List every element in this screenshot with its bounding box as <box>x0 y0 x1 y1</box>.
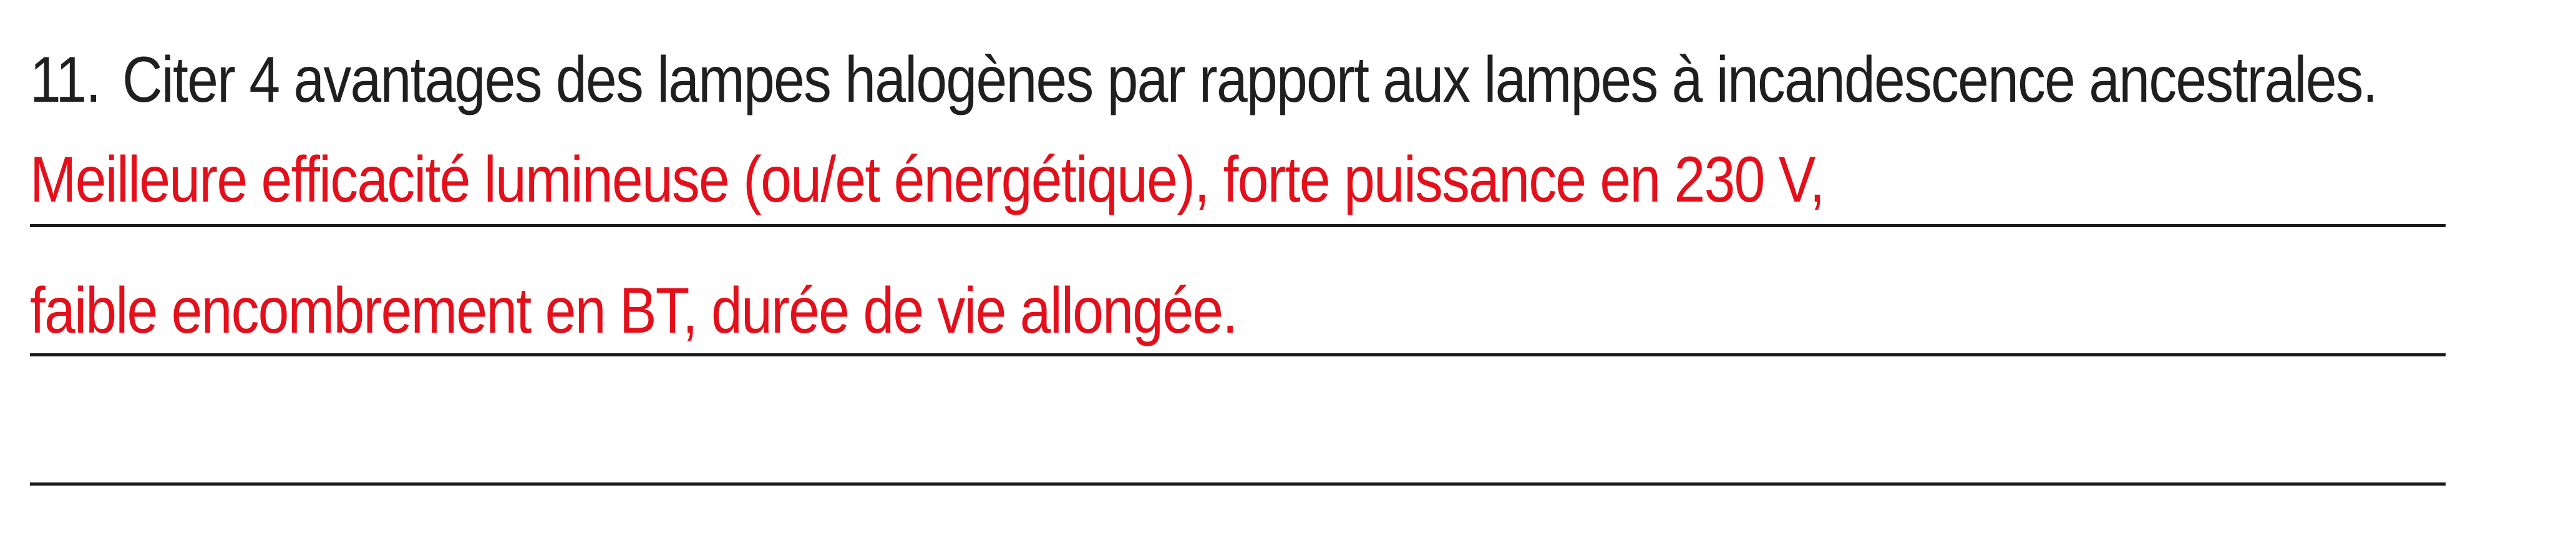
answer-rule-1 <box>30 224 2446 227</box>
question-number: 11. <box>30 44 101 116</box>
answer-rule-2 <box>30 353 2446 356</box>
answer-rule-3 <box>30 482 2446 486</box>
question-text: Citer 4 avantages des lampes halogènes p… <box>122 44 2378 116</box>
answer-line-2[interactable]: faible encombrement en BT, durée de vie … <box>30 267 1238 355</box>
answer-line-1[interactable]: Meilleure efficacité lumineuse (ou/et én… <box>30 136 1825 223</box>
